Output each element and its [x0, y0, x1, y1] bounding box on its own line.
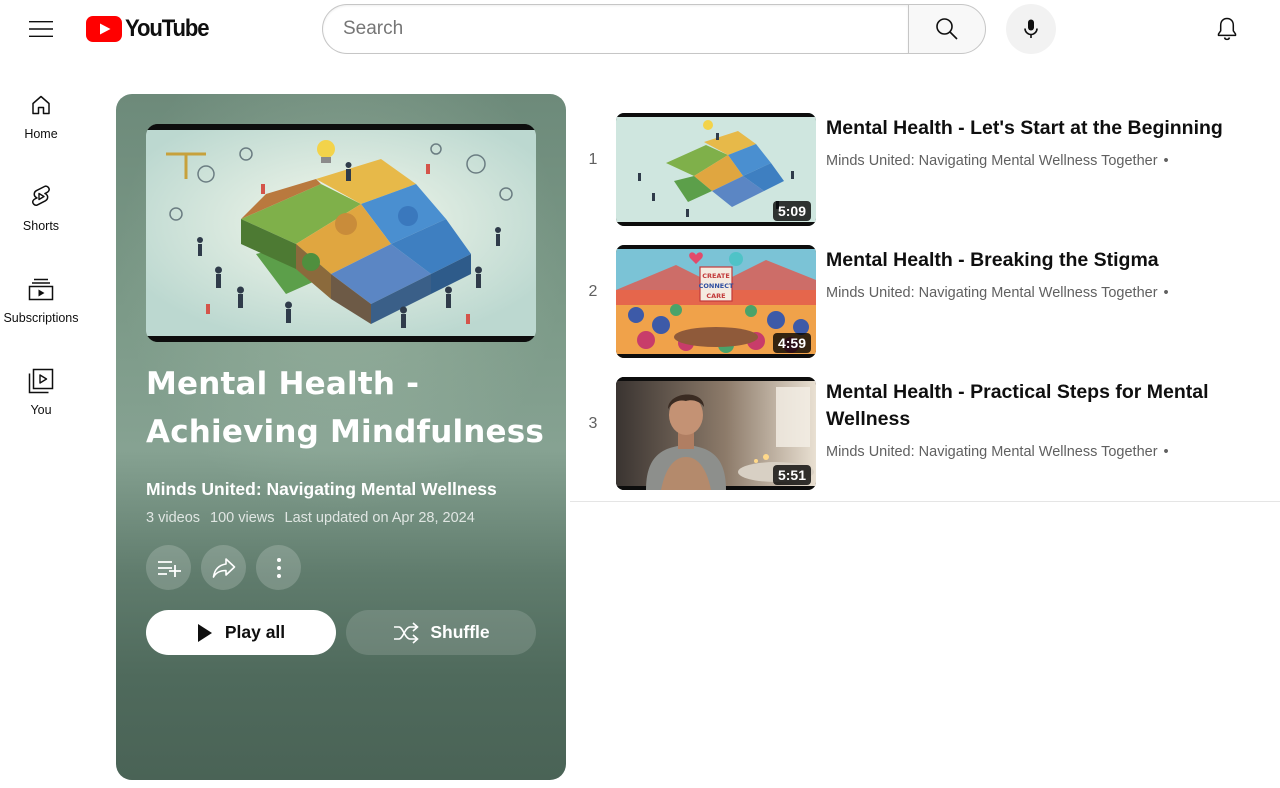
video-title[interactable]: Mental Health - Practical Steps for Ment… [826, 379, 1246, 433]
video-thumbnail[interactable]: 5:51 [616, 377, 816, 490]
video-index: 2 [588, 283, 598, 300]
more-actions-button[interactable] [256, 545, 301, 590]
share-button[interactable] [201, 545, 246, 590]
video-index: 3 [588, 415, 598, 432]
playlist-header-card: Mental Health - Achieving Mindfulness Mi… [116, 94, 566, 780]
playlist-stats: 3 videos 100 views Last updated on Apr 2… [146, 510, 475, 526]
thumbnail-sign-care: CARE [706, 292, 725, 300]
voice-search-button[interactable] [1006, 4, 1056, 54]
search-input[interactable] [322, 4, 908, 54]
masthead: YouTube [0, 0, 1280, 56]
you-icon [28, 368, 54, 394]
video-title[interactable]: Mental Health - Let's Start at the Begin… [826, 115, 1246, 142]
thumbnail-sign-create: CREATE [702, 272, 730, 280]
guide-label-you: You [30, 403, 52, 417]
playlist-video-count: 3 videos [146, 510, 201, 526]
playlist-thumbnail[interactable] [146, 124, 536, 342]
meta-separator: • [1163, 153, 1169, 169]
microphone-icon [1024, 19, 1038, 38]
shorts-icon [32, 185, 50, 206]
video-thumbnail[interactable]: CREATE CONNECT CARE 4:59 [616, 245, 816, 358]
video-meta: Minds United: Navigating Mental Wellness… [826, 285, 1169, 301]
mini-guide: Home Shorts Subscriptions You [0, 80, 82, 448]
search-button[interactable] [908, 4, 986, 54]
shuffle-button[interactable]: Shuffle [346, 610, 536, 655]
playlist-video-row[interactable]: 1 5:09 Mental Health - Let's Start at th… [570, 104, 1280, 236]
subscriptions-icon [28, 278, 54, 301]
shuffle-label: Shuffle [430, 622, 490, 642]
guide-item-you[interactable]: You [0, 356, 82, 448]
share-icon [212, 557, 235, 578]
video-duration: 4:59 [772, 333, 811, 353]
home-icon [32, 95, 50, 115]
video-duration: 5:09 [772, 201, 811, 221]
youtube-play-logo-icon [86, 16, 122, 42]
playlist-video-row[interactable]: 3 5:51 Mental Health - Practical Steps f… [570, 368, 1280, 500]
puzzle-collaboration-illustration [146, 124, 536, 342]
play-icon [197, 623, 212, 642]
playlist-view-count: 100 views [210, 510, 275, 526]
playlist-video-row[interactable]: 2 CREATE CONNECT CARE 4:59 Mental Health… [570, 236, 1280, 368]
bell-icon [1217, 17, 1237, 41]
play-all-button[interactable]: Play all [146, 610, 336, 655]
video-meta: Minds United: Navigating Mental Wellness… [826, 444, 1169, 460]
more-vert-icon [276, 557, 281, 578]
playlist-action-row [146, 545, 301, 590]
guide-label-shorts: Shorts [22, 219, 60, 233]
video-thumbnail[interactable]: 5:09 [616, 113, 816, 226]
guide-item-subscriptions[interactable]: Subscriptions [0, 264, 82, 356]
guide-label-home: Home [24, 127, 58, 141]
guide-label-subscriptions: Subscriptions [3, 311, 79, 325]
notifications-button[interactable] [1206, 8, 1248, 50]
meta-separator: • [1163, 444, 1169, 460]
video-channel-name[interactable]: Minds United: Navigating Mental Wellness… [826, 153, 1158, 169]
playlist-title: Mental Health - Achieving Mindfulness [146, 366, 545, 450]
meta-separator: • [1163, 285, 1169, 301]
save-to-library-button[interactable] [146, 545, 191, 590]
playlist-last-updated: Last updated on Apr 28, 2024 [284, 510, 475, 526]
playlist-add-icon [157, 560, 181, 577]
youtube-wordmark: YouTube [125, 15, 210, 42]
video-index: 1 [588, 151, 598, 168]
video-title[interactable]: Mental Health - Breaking the Stigma [826, 247, 1246, 274]
playlist-video-list: 1 5:09 Mental Health - Let's Start at th… [570, 104, 1280, 500]
search-icon [936, 18, 958, 40]
playlist-owner-link[interactable]: Minds United: Navigating Mental Wellness [146, 479, 497, 500]
video-duration: 5:51 [772, 465, 811, 485]
hamburger-menu-icon [29, 21, 53, 37]
guide-menu-button[interactable] [20, 8, 62, 50]
youtube-logo[interactable]: YouTube [86, 14, 216, 44]
list-divider [570, 501, 1280, 502]
video-channel-name[interactable]: Minds United: Navigating Mental Wellness… [826, 285, 1158, 301]
guide-item-shorts[interactable]: Shorts [0, 172, 82, 264]
video-channel-name[interactable]: Minds United: Navigating Mental Wellness… [826, 444, 1158, 460]
video-meta: Minds United: Navigating Mental Wellness… [826, 153, 1169, 169]
guide-item-home[interactable]: Home [0, 80, 82, 172]
thumbnail-sign-connect: CONNECT [699, 282, 734, 290]
shuffle-icon [394, 621, 420, 644]
play-all-label: Play all [224, 622, 286, 642]
search-box [322, 4, 986, 54]
